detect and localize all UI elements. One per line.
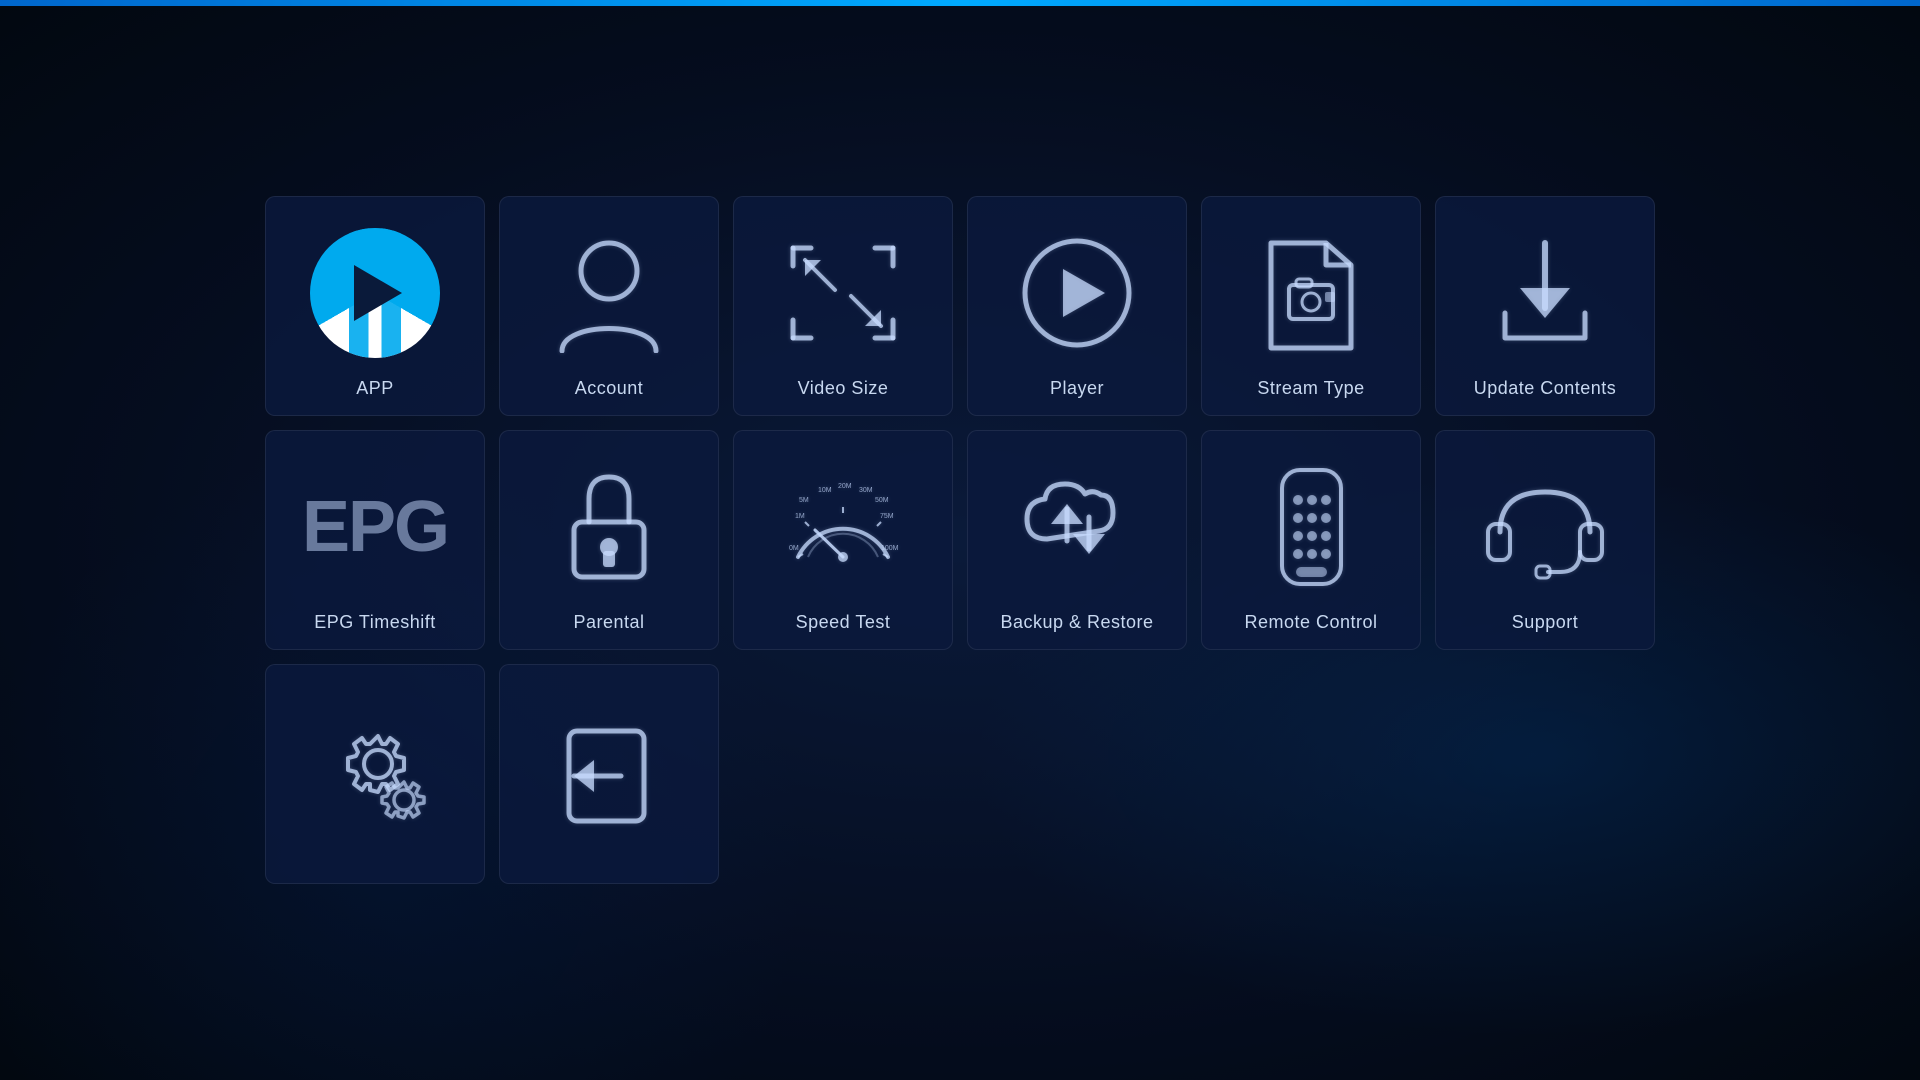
tile-speed-test-label: Speed Test <box>796 612 891 633</box>
svg-text:100M: 100M <box>881 545 899 552</box>
tile-parental-label: Parental <box>573 612 644 633</box>
tile-logout[interactable] <box>499 664 719 884</box>
svg-text:5M: 5M <box>799 497 809 504</box>
tile-stream-type-label: Stream Type <box>1257 378 1364 399</box>
tile-update-contents[interactable]: Update Contents <box>1435 196 1655 416</box>
tile-speed-test[interactable]: 0M 1M 5M 10M 20M 30M 50M 75M 100M Speed … <box>733 430 953 650</box>
tile-app-label: APP <box>356 378 394 399</box>
tile-support[interactable]: Support <box>1435 430 1655 650</box>
video-size-icon <box>744 217 942 368</box>
tile-backup-restore-label: Backup & Restore <box>1000 612 1153 633</box>
support-icon <box>1446 451 1644 602</box>
svg-text:50M: 50M <box>875 497 889 504</box>
tile-video-size[interactable]: Video Size <box>733 196 953 416</box>
epg-timeshift-icon: EPG <box>276 451 474 602</box>
svg-text:1M: 1M <box>795 513 805 520</box>
tile-update-contents-label: Update Contents <box>1474 378 1617 399</box>
tile-account[interactable]: Account <box>499 196 719 416</box>
svg-text:10M: 10M <box>818 487 832 494</box>
tile-backup-restore[interactable]: Backup & Restore <box>967 430 1187 650</box>
update-contents-icon <box>1446 217 1644 368</box>
svg-text:20M: 20M <box>838 483 852 490</box>
app-icon <box>276 217 474 368</box>
svg-text:75M: 75M <box>880 513 894 520</box>
tile-player-label: Player <box>1050 378 1104 399</box>
tile-epg-timeshift[interactable]: EPG EPG Timeshift <box>265 430 485 650</box>
tile-support-label: Support <box>1512 612 1579 633</box>
tile-video-size-label: Video Size <box>798 378 889 399</box>
remote-control-icon <box>1212 451 1410 602</box>
tile-stream-type[interactable]: Stream Type <box>1201 196 1421 416</box>
tile-player[interactable]: Player <box>967 196 1187 416</box>
tile-app[interactable]: APP <box>265 196 485 416</box>
tile-account-label: Account <box>575 378 644 399</box>
backup-restore-icon <box>978 451 1176 602</box>
speed-test-icon: 0M 1M 5M 10M 20M 30M 50M 75M 100M <box>744 451 942 602</box>
stream-type-icon <box>1212 217 1410 368</box>
tile-remote-control[interactable]: Remote Control <box>1201 430 1421 650</box>
logout-icon <box>510 685 708 867</box>
tile-epg-timeshift-label: EPG Timeshift <box>314 612 436 633</box>
svg-text:0M: 0M <box>789 545 799 552</box>
settings-icon <box>276 685 474 867</box>
account-icon <box>510 217 708 368</box>
tile-parental[interactable]: Parental <box>499 430 719 650</box>
tile-settings[interactable] <box>265 664 485 884</box>
settings-grid: APP Account <box>235 166 1685 914</box>
svg-text:30M: 30M <box>859 487 873 494</box>
parental-icon <box>510 451 708 602</box>
tile-remote-control-label: Remote Control <box>1244 612 1377 633</box>
player-icon <box>978 217 1176 368</box>
